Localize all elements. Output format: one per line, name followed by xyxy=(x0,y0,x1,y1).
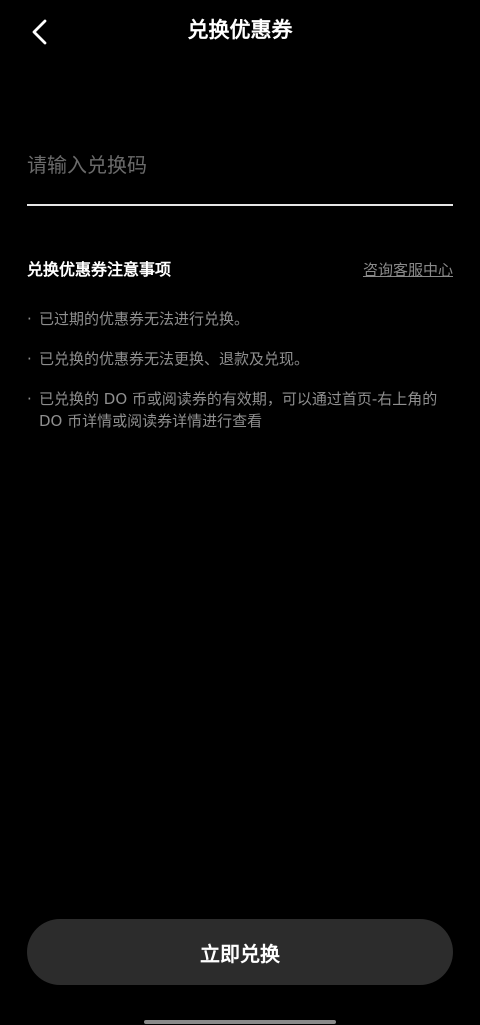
top-bar: 兑换优惠券 xyxy=(0,0,480,62)
notice-item: · 已兑换的优惠券无法更换、退款及兑现。 xyxy=(27,348,453,370)
bullet: · xyxy=(27,310,32,328)
bullet: · xyxy=(27,390,32,408)
bullet: · xyxy=(27,350,32,368)
notice-item: · 已兑换的 DO 币或阅读券的有效期，可以通过首页-右上角的 DO 币详情或阅… xyxy=(27,388,453,432)
redeem-code-input[interactable] xyxy=(27,140,453,190)
page-title: 兑换优惠券 xyxy=(187,18,293,42)
redeem-now-button[interactable]: 立即兑换 xyxy=(27,919,453,985)
home-indicator[interactable] xyxy=(144,1020,336,1024)
notice-title: 兑换优惠券注意事项 xyxy=(27,260,172,279)
notice-item-text: 已兑换的 DO 币或阅读券的有效期，可以通过首页-右上角的 DO 币详情或阅读券… xyxy=(39,390,438,430)
notice-item: · 已过期的优惠券无法进行兑换。 xyxy=(27,308,453,330)
notice-item-text: 已过期的优惠券无法进行兑换。 xyxy=(39,310,250,328)
customer-service-link[interactable]: 咨询客服中心 xyxy=(363,259,453,281)
notice-list: · 已过期的优惠券无法进行兑换。 · 已兑换的优惠券无法更换、退款及兑现。 · … xyxy=(27,308,453,450)
redeem-code-field xyxy=(27,140,453,206)
notice-item-text: 已兑换的优惠券无法更换、退款及兑现。 xyxy=(39,350,310,368)
